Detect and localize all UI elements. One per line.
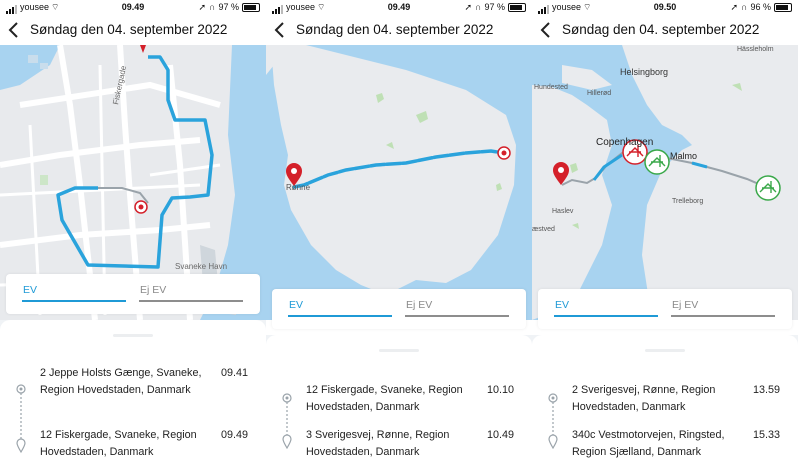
trip-details-sheet[interactable]: 2 Jeppe Holsts Gænge, Svaneke, Region Ho…	[0, 320, 266, 473]
battery-percent: 96 %	[750, 2, 771, 12]
header: Søndag den 04. september 2022	[266, 14, 532, 45]
chevron-left-icon	[540, 21, 550, 38]
map-label-harbor: Svaneke Havn	[175, 262, 227, 271]
chevron-left-icon	[274, 21, 284, 38]
trip-end-time: 09.49	[220, 429, 248, 441]
map-label: Haslev	[552, 208, 574, 215]
page-title: Søndag den 04. september 2022	[562, 22, 760, 37]
trip-end-address: 3 Sverigesvej, Rønne, Region Hovedstaden…	[306, 429, 450, 458]
tab-ev-label: EV	[289, 299, 304, 311]
ev-tabs: EV Ej EV	[538, 289, 792, 329]
back-button[interactable]	[2, 18, 26, 42]
map-canvas: Rønne	[266, 45, 532, 320]
map-label: æstved	[532, 226, 555, 233]
route-map[interactable]: Hässleholm Helsingborg Hundested Hillerø…	[532, 45, 798, 320]
map-label: Helsingborg	[620, 67, 668, 77]
trip-details-sheet[interactable]: 2 Sverigesvej, Rønne, Region Hovedstaden…	[532, 335, 798, 473]
headphones-icon: ∩	[209, 2, 216, 12]
page-title: Søndag den 04. september 2022	[30, 22, 228, 37]
route-map[interactable]: Rønne	[266, 45, 532, 320]
battery-icon	[774, 2, 792, 12]
chevron-left-icon	[8, 21, 18, 38]
tab-ev-label: EV	[555, 299, 570, 311]
tab-ev[interactable]: EV	[22, 283, 126, 302]
battery-percent: 97 %	[484, 2, 505, 12]
trip-end-address: 340c Vestmotorvejen, Ringsted, Region Sj…	[572, 429, 725, 458]
phone-screen-3: yousee ⌔ 09.50 ➚ ∩ 96 % Søndag den 04. s…	[532, 0, 798, 473]
trip-end-address: 12 Fiskergade, Svaneke, Region Hovedstad…	[40, 429, 197, 458]
tab-ev-label: EV	[23, 284, 38, 296]
route-line-icon	[282, 393, 292, 449]
map-label: Trelleborg	[672, 198, 703, 205]
phone-screen-1: yousee ︎⌔ 09.49 ➚ ∩ 97 % Søndag den 04. …	[0, 0, 266, 473]
tab-not-ev[interactable]: Ej EV	[405, 298, 509, 317]
map-label: Hillerød	[587, 90, 611, 97]
trip-details-sheet[interactable]: 12 Fiskergade, Svaneke, Region Hovedstad…	[266, 335, 532, 473]
status-bar: yousee ⌔ 09.49 ➚ ∩ 97 %	[266, 0, 532, 14]
headphones-icon: ∩	[741, 2, 748, 12]
map-label-town: Rønne	[286, 183, 311, 192]
tab-not-ev[interactable]: Ej EV	[139, 283, 243, 302]
map-canvas: Hässleholm Helsingborg Hundested Hillerø…	[532, 45, 798, 320]
location-icon: ➚	[198, 2, 207, 12]
trip-end-time: 15.33	[752, 429, 780, 441]
charging-station-icon[interactable]	[755, 175, 781, 201]
trip-start-address: 2 Sverigesvej, Rønne, Region Hovedstaden…	[572, 384, 716, 413]
battery-icon	[242, 2, 260, 12]
map-label: Copenhagen	[596, 137, 653, 148]
map-label: Malmo	[670, 151, 697, 161]
tab-not-ev-label: Ej EV	[406, 299, 433, 311]
tab-not-ev-label: Ej EV	[672, 299, 699, 311]
battery-percent: 97 %	[218, 2, 239, 12]
location-icon: ➚	[464, 2, 473, 12]
phone-screen-2: yousee ⌔ 09.49 ➚ ∩ 97 % Søndag den 04. s…	[266, 0, 532, 473]
back-button[interactable]	[268, 18, 292, 42]
headphones-icon: ∩	[475, 2, 482, 12]
ev-tabs: EV Ej EV	[6, 274, 260, 314]
route-line-icon	[548, 393, 558, 449]
header: Søndag den 04. september 2022	[0, 14, 266, 45]
trip-end-time: 10.49	[486, 429, 514, 441]
trip-start-time: 13.59	[752, 384, 780, 396]
status-bar: yousee ⌔ 09.50 ➚ ∩ 96 %	[532, 0, 798, 14]
ev-tabs: EV Ej EV	[272, 289, 526, 329]
tab-not-ev[interactable]: Ej EV	[671, 298, 775, 317]
location-icon: ➚	[730, 2, 739, 12]
trip-start-time: 09.41	[220, 367, 248, 379]
sheet-handle[interactable]	[645, 349, 685, 352]
page-title: Søndag den 04. september 2022	[296, 22, 494, 37]
map-label: Hässleholm	[737, 46, 774, 53]
status-bar: yousee ︎⌔ 09.49 ➚ ∩ 97 %	[0, 0, 266, 14]
charging-station-icon[interactable]	[644, 149, 670, 175]
trip-start-time: 10.10	[486, 384, 514, 396]
header: Søndag den 04. september 2022	[532, 14, 798, 45]
tab-not-ev-label: Ej EV	[140, 284, 167, 296]
sheet-handle[interactable]	[379, 349, 419, 352]
trip-start-address: 12 Fiskergade, Svaneke, Region Hovedstad…	[306, 384, 463, 413]
battery-icon	[508, 2, 526, 12]
map-label: Hundested	[534, 84, 568, 91]
back-button[interactable]	[534, 18, 558, 42]
route-line-icon	[16, 384, 26, 454]
tab-ev[interactable]: EV	[554, 298, 658, 317]
tab-ev[interactable]: EV	[288, 298, 392, 317]
sheet-handle[interactable]	[113, 334, 153, 337]
trip-start-address: 2 Jeppe Holsts Gænge, Svaneke, Region Ho…	[40, 367, 202, 396]
